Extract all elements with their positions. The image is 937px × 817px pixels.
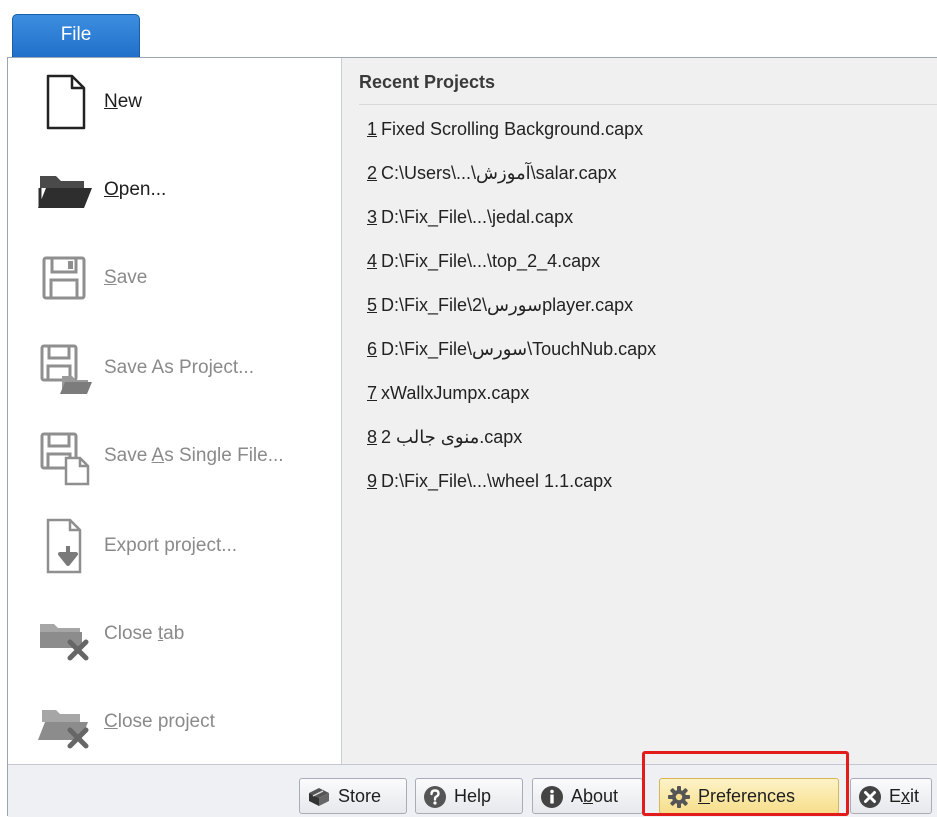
store-button[interactable]: Store bbox=[299, 778, 407, 814]
recent-item[interactable]: 3 D:\Fix_File\...\jedal.capx bbox=[367, 202, 573, 232]
store-button-label: Store bbox=[338, 786, 382, 806]
menu-label-open: Open... bbox=[104, 179, 167, 200]
exit-button-label: Exit bbox=[889, 786, 920, 806]
gear-icon bbox=[668, 786, 690, 808]
menu-label-close-tab: Close tab bbox=[104, 623, 185, 644]
preferences-button[interactable]: Preferences bbox=[659, 778, 839, 814]
recent-item[interactable]: 7 xWallxJumpx.capx bbox=[367, 378, 529, 408]
title-strip: File bbox=[0, 0, 937, 58]
recent-item[interactable]: 2 C:\Users\...\آموزش\salar.capx bbox=[367, 158, 617, 188]
recent-projects-panel: Recent Projects 1 Fixed Scrolling Backgro… bbox=[342, 58, 937, 764]
help-button-label: Help bbox=[454, 786, 492, 806]
menu-item-close-project[interactable]: Close project bbox=[22, 684, 332, 760]
menu-item-open[interactable]: Open... bbox=[22, 152, 332, 228]
preferences-button-label: Preferences bbox=[698, 786, 796, 806]
recent-item[interactable]: 8 منوی جالب 2.capx bbox=[367, 422, 522, 452]
menu-label-save-as-project: Save As Project... bbox=[104, 357, 254, 378]
menu-item-export-project[interactable]: Export project... bbox=[22, 508, 332, 584]
floppy-disk-icon bbox=[42, 256, 86, 300]
recent-item[interactable]: 5 D:\Fix_File\2\سورسplayer.capx bbox=[367, 290, 633, 320]
menu-item-save[interactable]: Save bbox=[22, 240, 332, 316]
menu-item-close-tab[interactable]: Close tab bbox=[22, 596, 332, 672]
recent-projects-separator bbox=[359, 104, 937, 105]
menu-label-close-project: Close project bbox=[104, 711, 215, 732]
backstage-view: New Open... Save Save As Project... Save… bbox=[7, 57, 937, 817]
help-icon bbox=[424, 786, 446, 808]
recent-item[interactable]: 4 D:\Fix_File\...\top_2_4.capx bbox=[367, 246, 600, 276]
new-document-icon bbox=[46, 74, 86, 130]
open-folder-icon bbox=[38, 176, 92, 208]
file-menu: New Open... Save Save As Project... Save… bbox=[8, 58, 341, 764]
close-project-icon bbox=[38, 710, 89, 749]
save-as-single-file-icon bbox=[40, 432, 90, 486]
export-project-icon bbox=[46, 518, 82, 574]
info-icon bbox=[541, 786, 563, 808]
close-tab-icon bbox=[40, 624, 89, 661]
about-button-label: About bbox=[571, 786, 619, 806]
menu-label-export-project: Export project... bbox=[104, 535, 238, 556]
recent-item[interactable]: 6 D:\Fix_File\سورس\TouchNub.capx bbox=[367, 334, 656, 364]
menu-item-save-as-single-file[interactable]: Save As Single File... bbox=[22, 418, 332, 494]
bottom-button-bar: Store Help About Preferences Exit bbox=[8, 764, 937, 817]
recent-projects-title: Recent Projects bbox=[359, 72, 496, 92]
menu-item-save-as-project[interactable]: Save As Project... bbox=[22, 330, 332, 406]
menu-label-save: Save bbox=[104, 267, 148, 288]
recent-item[interactable]: 1 Fixed Scrolling Background.capx bbox=[367, 114, 643, 144]
recent-item[interactable]: 9 D:\Fix_File\...\wheel 1.1.capx bbox=[367, 466, 612, 496]
file-tab[interactable]: File bbox=[12, 14, 140, 58]
menu-label-new: New bbox=[104, 91, 143, 112]
menu-label-save-as-single-file: Save As Single File... bbox=[104, 445, 284, 466]
menu-item-new[interactable]: New bbox=[22, 64, 332, 140]
exit-icon bbox=[859, 786, 881, 808]
about-button[interactable]: About bbox=[532, 778, 643, 814]
help-button[interactable]: Help bbox=[415, 778, 523, 814]
exit-button[interactable]: Exit bbox=[850, 778, 932, 814]
store-bag-icon bbox=[309, 788, 329, 806]
save-as-project-icon bbox=[40, 344, 92, 394]
